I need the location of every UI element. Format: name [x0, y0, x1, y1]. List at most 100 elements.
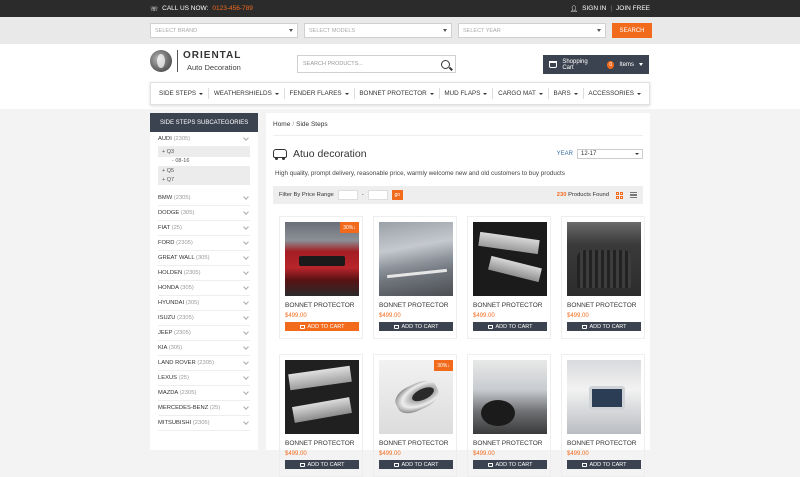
grid-view-icon[interactable] — [616, 191, 623, 199]
subcategory-item[interactable]: - 08-16 — [158, 157, 250, 167]
nav-item-cargo-mat[interactable]: CARGO MAT — [498, 90, 543, 97]
breadcrumb-home[interactable]: Home — [273, 121, 290, 128]
product-image[interactable] — [567, 222, 641, 296]
list-view-icon[interactable] — [630, 191, 637, 199]
product-search-input[interactable]: SEARCH PRODUCTS... — [297, 55, 456, 73]
product-card[interactable]: BONNET PROTECTOR $499.00 ADD TO CART — [279, 354, 363, 477]
product-image[interactable] — [473, 360, 547, 434]
sidebar-item-mercedes-benz[interactable]: MERCEDES-BENZ (25) — [158, 401, 250, 416]
sidebar-item-bmw[interactable]: BMW (2305) — [158, 191, 250, 206]
logo[interactable]: ORIENTAL Auto Decoration — [150, 50, 241, 72]
sidebar-item-isuzu[interactable]: ISUZU (2305) — [158, 311, 250, 326]
nav-item-side-steps[interactable]: SIDE STEPS — [159, 90, 204, 97]
subcategory-item[interactable]: + Q7 — [158, 175, 250, 185]
brand-select[interactable]: SELECT BRAND — [150, 23, 298, 38]
add-to-cart-button[interactable]: ADD TO CART — [567, 322, 641, 331]
nav-item-mud-flaps[interactable]: MUD FLAPS — [444, 90, 488, 97]
chevron-down-icon[interactable] — [243, 374, 249, 380]
sidebar-item-dodge[interactable]: DODGE (305) — [158, 206, 250, 221]
sidebar-item-mitsubishi[interactable]: MITSUBISHI (2305) — [158, 416, 250, 431]
product-name[interactable]: BONNET PROTECTOR — [379, 302, 451, 309]
add-to-cart-button[interactable]: ADD TO CART — [285, 460, 359, 469]
chevron-down-icon[interactable] — [243, 329, 249, 335]
chevron-down-icon[interactable] — [243, 239, 249, 245]
sidebar-item-honda[interactable]: HONDA (305) — [158, 281, 250, 296]
add-to-cart-button[interactable]: ADD TO CART — [285, 322, 359, 331]
product-image[interactable] — [285, 360, 359, 434]
product-name[interactable]: BONNET PROTECTOR — [473, 302, 545, 309]
sidebar-item-great-wall[interactable]: GREAT WALL (305) — [158, 251, 250, 266]
subcategory-item[interactable]: + Q3 — [158, 147, 250, 157]
product-price: $499.00 — [567, 313, 589, 319]
nav-item-bonnet-protector[interactable]: BONNET PROTECTOR — [359, 90, 434, 97]
sidebar-item-hyundai[interactable]: HYUNDAI (305) — [158, 296, 250, 311]
product-card[interactable]: BONNET PROTECTOR $499.00 ADD TO CART — [467, 216, 551, 339]
sidebar-item-lexus[interactable]: LEXUS (25) — [158, 371, 250, 386]
price-max-input[interactable] — [367, 190, 388, 200]
chevron-down-icon[interactable] — [243, 404, 249, 410]
product-card[interactable]: 30%↓ BONNET PROTECTOR $499.00 ADD TO CART — [279, 216, 363, 339]
chevron-down-icon[interactable] — [243, 284, 249, 290]
nav-item-weathershields[interactable]: WEATHERSHIELDS — [214, 90, 279, 97]
product-card[interactable]: BONNET PROTECTOR $499.00 ADD TO CART — [467, 354, 551, 477]
sign-in-link[interactable]: SIGN IN — [582, 5, 606, 12]
chevron-down-icon[interactable] — [243, 419, 249, 425]
nav-item-bars[interactable]: BARS — [554, 90, 578, 97]
sidebar-item-audi[interactable]: AUDI (2305) — [158, 132, 250, 147]
chevron-down-icon[interactable] — [243, 269, 249, 275]
product-card[interactable]: 30%↓ BONNET PROTECTOR $499.00 ADD TO CART — [373, 354, 457, 477]
add-to-cart-button[interactable]: ADD TO CART — [379, 322, 453, 331]
chevron-down-icon[interactable] — [243, 224, 249, 230]
product-name[interactable]: BONNET PROTECTOR — [285, 302, 357, 309]
chevron-down-icon[interactable] — [243, 194, 249, 200]
phone-number[interactable]: 0123-456-789 — [212, 5, 252, 12]
search-icon[interactable] — [441, 59, 450, 69]
add-to-cart-button[interactable]: ADD TO CART — [379, 460, 453, 469]
product-name[interactable]: BONNET PROTECTOR — [285, 440, 357, 447]
chevron-down-icon[interactable] — [243, 344, 249, 350]
product-name[interactable]: BONNET PROTECTOR — [473, 440, 545, 447]
price-go-button[interactable]: go — [391, 190, 403, 200]
product-image[interactable] — [567, 360, 641, 434]
add-to-cart-button[interactable]: ADD TO CART — [473, 322, 547, 331]
sidebar-item-mazda[interactable]: MAZDA (2305) — [158, 386, 250, 401]
year-dropdown[interactable]: 12-17 — [577, 148, 643, 159]
vehicle-search-button[interactable]: SEARCH — [612, 23, 652, 38]
add-to-cart-button[interactable]: ADD TO CART — [567, 460, 641, 469]
chevron-down-icon — [538, 92, 543, 95]
product-name[interactable]: BONNET PROTECTOR — [567, 302, 639, 309]
subcategory-item[interactable]: + Q5 — [158, 166, 250, 176]
chevron-down-icon[interactable] — [243, 389, 249, 395]
main-nav: SIDE STEPS WEATHERSHIELDS FENDER FLARES BON… — [150, 82, 650, 105]
price-min-input[interactable] — [337, 190, 358, 200]
product-card[interactable]: BONNET PROTECTOR $499.00 ADD TO CART — [373, 216, 457, 339]
shopping-cart-button[interactable]: Shopping Cart 0 Items — [543, 55, 649, 74]
chevron-down-icon[interactable] — [243, 299, 249, 305]
nav-item-accessories[interactable]: ACCESSORIES — [588, 90, 641, 97]
product-image[interactable]: 30%↓ — [285, 222, 359, 296]
product-card[interactable]: BONNET PROTECTOR $499.00 ADD TO CART — [561, 216, 645, 339]
chevron-down-icon[interactable] — [243, 359, 249, 365]
sidebar-item-holden[interactable]: HOLDEN (2305) — [158, 266, 250, 281]
nav-item-fender-flares[interactable]: FENDER FLARES — [290, 90, 349, 97]
product-image[interactable]: 30%↓ — [379, 360, 453, 434]
chevron-down-icon[interactable] — [243, 135, 249, 141]
add-to-cart-button[interactable]: ADD TO CART — [473, 460, 547, 469]
sidebar-item-fiat[interactable]: FIAT (25) — [158, 221, 250, 236]
chevron-down-icon[interactable] — [243, 254, 249, 260]
chevron-down-icon[interactable] — [243, 314, 249, 320]
sidebar-item-jeep[interactable]: JEEP (2305) — [158, 326, 250, 341]
product-name[interactable]: BONNET PROTECTOR — [567, 440, 639, 447]
product-image[interactable] — [473, 222, 547, 296]
sidebar-item-land-rover[interactable]: LAND ROVER (2305) — [158, 356, 250, 371]
join-free-link[interactable]: JOIN FREE — [616, 5, 650, 12]
sidebar-item-ford[interactable]: FORD (2305) — [158, 236, 250, 251]
year-select[interactable]: SELECT YEAR — [458, 23, 606, 38]
product-card[interactable]: BONNET PROTECTOR $499.00 ADD TO CART — [561, 354, 645, 477]
chevron-down-icon[interactable] — [243, 209, 249, 215]
add-to-cart-label: ADD TO CART — [401, 461, 439, 468]
product-name[interactable]: BONNET PROTECTOR — [379, 440, 451, 447]
product-image[interactable] — [379, 222, 453, 296]
sidebar-item-kia[interactable]: KIA (305) — [158, 341, 250, 356]
models-select[interactable]: SELECT MODELS — [304, 23, 452, 38]
